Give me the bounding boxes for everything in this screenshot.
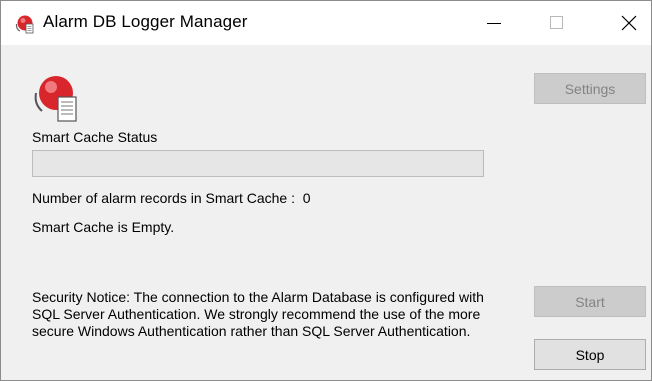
app-window: Alarm DB Logger Manager Smart Cache Stat… <box>0 0 652 381</box>
maximize-button <box>532 1 580 45</box>
smart-cache-status-label: Smart Cache Status <box>32 129 158 145</box>
alarm-logger-logo-icon <box>34 76 77 122</box>
records-count-value: 0 <box>302 190 311 206</box>
alarm-logger-icon <box>15 15 34 34</box>
smart-cache-progress-bar <box>32 150 484 177</box>
start-button[interactable]: Start <box>534 286 646 317</box>
stop-button[interactable]: Stop <box>534 339 646 370</box>
window-title: Alarm DB Logger Manager <box>43 12 248 31</box>
records-count-row: Number of alarm records in Smart Cache :… <box>32 190 311 206</box>
close-button[interactable] <box>605 1 652 45</box>
cache-state-text: Smart Cache is Empty. <box>32 219 175 235</box>
records-count-label: Number of alarm records in Smart Cache : <box>32 190 295 206</box>
security-notice: Security Notice: The connection to the A… <box>32 289 484 339</box>
maximize-icon <box>550 16 563 29</box>
minimize-button[interactable] <box>470 1 518 45</box>
title-bar[interactable]: Alarm DB Logger Manager <box>1 1 651 45</box>
minimize-icon <box>487 23 501 24</box>
settings-button[interactable]: Settings <box>534 73 646 104</box>
close-icon <box>621 15 637 31</box>
